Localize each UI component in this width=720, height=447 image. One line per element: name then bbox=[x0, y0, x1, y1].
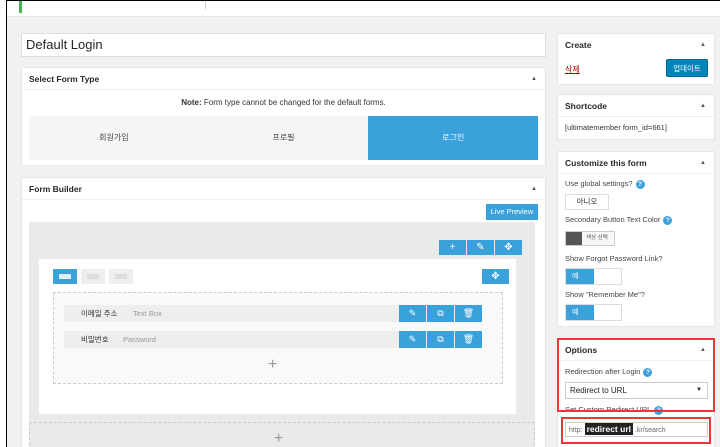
form-type-profile[interactable]: 프로필 bbox=[198, 116, 369, 160]
help-icon[interactable]: ? bbox=[663, 216, 673, 225]
options-box: Options ▲ Redirection after Login? Redir… bbox=[557, 338, 715, 447]
field-label: 비밀번호 bbox=[81, 335, 109, 344]
highlight-custom-url bbox=[561, 417, 711, 444]
secondary-button-color-text: Secondary Button Text Color bbox=[565, 215, 661, 224]
customize-heading: Customize this form bbox=[565, 158, 647, 168]
duplicate-icon[interactable]: ⧉ bbox=[427, 305, 454, 322]
help-icon[interactable]: ? bbox=[635, 180, 645, 189]
collapse-icon[interactable]: ▲ bbox=[700, 152, 706, 174]
remember-me-label: Show "Remember Me"? bbox=[565, 290, 645, 299]
shortcode-heading: Shortcode bbox=[565, 101, 608, 111]
form-builder-header[interactable]: Form Builder ▲ bbox=[22, 178, 545, 200]
color-picker-label: 색상 선택 bbox=[586, 235, 608, 241]
select-form-type-header[interactable]: Select Form Type ▲ bbox=[22, 68, 545, 90]
forgot-password-text: Show Forgot Password Link? bbox=[565, 254, 663, 263]
duplicate-icon[interactable]: ⧉ bbox=[427, 331, 454, 348]
select-form-type-box: Select Form Type ▲ Note: Form type canno… bbox=[21, 67, 546, 166]
form-title-input[interactable]: Default Login bbox=[21, 33, 546, 57]
field-type: Password bbox=[123, 335, 156, 344]
customize-box: Customize this form ▲ Use global setting… bbox=[557, 151, 715, 327]
field-email[interactable]: 이메일 주소 Text Box ✎ ⧉ 🗑 bbox=[64, 305, 482, 322]
form-type-register[interactable]: 회원가입 bbox=[29, 116, 199, 160]
live-preview-button[interactable]: Live Preview bbox=[486, 204, 538, 220]
field-toolbar: ✎ ⧉ 🗑 bbox=[399, 305, 482, 322]
collapse-icon[interactable]: ▲ bbox=[700, 95, 706, 117]
move-row-icon[interactable]: ✥ bbox=[495, 240, 522, 255]
shortcode-header[interactable]: Shortcode ▲ bbox=[558, 95, 714, 117]
use-global-settings-text: Use global settings? bbox=[565, 179, 633, 188]
delete-link[interactable]: 삭제 bbox=[565, 64, 580, 75]
note-label: Note: bbox=[181, 98, 202, 107]
wordpress-admin-frame: Default Login Select Form Type ▲ Note: F… bbox=[6, 0, 720, 447]
use-global-settings-select[interactable]: 아니오 bbox=[565, 194, 609, 210]
field-type: Text Box bbox=[133, 309, 162, 318]
edit-row-icon[interactable]: ✎ bbox=[467, 240, 494, 255]
edit-icon[interactable]: ✎ bbox=[399, 305, 426, 322]
highlight-redirection bbox=[557, 338, 715, 412]
note-text: Form type cannot be changed for the defa… bbox=[203, 98, 386, 107]
shortcode-box: Shortcode ▲ [ultimatemember form_id=661] bbox=[557, 94, 715, 140]
toggle-on-label: 예 bbox=[566, 305, 594, 320]
toggle-on-label: 예 bbox=[566, 269, 594, 284]
create-header[interactable]: Create ▲ bbox=[558, 34, 714, 56]
field-label: 이메일 주소 bbox=[81, 309, 118, 318]
add-row-icon[interactable]: + bbox=[274, 431, 283, 447]
form-builder-box: Form Builder ▲ Live Preview + ✎ ✥ ✥ 이메일 … bbox=[21, 177, 546, 447]
color-swatch bbox=[566, 232, 582, 245]
update-button[interactable]: 업데이트 bbox=[666, 59, 708, 77]
field-drop-area: 이메일 주소 Text Box ✎ ⧉ 🗑 비밀번호 Password ✎ ⧉ … bbox=[53, 292, 503, 384]
column-layout-3-icon[interactable] bbox=[109, 269, 133, 284]
form-builder-heading: Form Builder bbox=[29, 184, 82, 194]
builder-row: + ✎ ✥ ✥ 이메일 주소 Text Box ✎ ⧉ 🗑 비밀번호 Passw… bbox=[29, 222, 535, 442]
trash-icon[interactable]: 🗑 bbox=[455, 331, 482, 348]
use-global-settings-label: Use global settings?? bbox=[565, 179, 645, 189]
shortcode-text[interactable]: [ultimatemember form_id=661] bbox=[565, 123, 667, 132]
select-form-type-heading: Select Form Type bbox=[29, 74, 100, 84]
forgot-password-label: Show Forgot Password Link? bbox=[565, 254, 663, 263]
column-layout-2-icon[interactable] bbox=[81, 269, 105, 284]
column-layout-1-icon[interactable] bbox=[53, 269, 77, 284]
edit-icon[interactable]: ✎ bbox=[399, 331, 426, 348]
row-toolbar: + ✎ ✥ bbox=[439, 240, 522, 255]
trash-icon[interactable]: 🗑 bbox=[455, 305, 482, 322]
remember-me-text: Show "Remember Me"? bbox=[565, 290, 645, 299]
collapse-icon[interactable]: ▲ bbox=[700, 34, 706, 56]
add-row-area[interactable]: + bbox=[29, 422, 535, 447]
forgot-password-toggle[interactable]: 예 bbox=[565, 268, 622, 285]
move-subrow-icon[interactable]: ✥ bbox=[482, 269, 509, 284]
field-password[interactable]: 비밀번호 Password ✎ ⧉ 🗑 bbox=[64, 331, 482, 348]
add-column-icon[interactable]: + bbox=[439, 240, 466, 255]
color-picker-button[interactable]: 색상 선택 bbox=[565, 231, 615, 246]
create-heading: Create bbox=[565, 40, 592, 50]
form-type-options: 회원가입 프로필 로그인 bbox=[29, 116, 539, 160]
collapse-icon[interactable]: ▲ bbox=[531, 178, 537, 200]
form-type-note: Note: Form type cannot be changed for th… bbox=[22, 90, 545, 116]
secondary-button-color-label: Secondary Button Text Color? bbox=[565, 215, 673, 225]
status-marker bbox=[19, 1, 22, 13]
builder-subrow: ✥ 이메일 주소 Text Box ✎ ⧉ 🗑 비밀번호 Password ✎ … bbox=[39, 259, 516, 414]
customize-header[interactable]: Customize this form ▲ bbox=[558, 152, 714, 174]
create-box: Create ▲ 삭제 업데이트 bbox=[557, 33, 715, 85]
top-bar bbox=[7, 1, 720, 17]
add-field-icon[interactable]: + bbox=[268, 357, 277, 373]
divider bbox=[205, 1, 206, 9]
field-toolbar: ✎ ⧉ 🗑 bbox=[399, 331, 482, 348]
form-type-login[interactable]: 로그인 bbox=[368, 116, 539, 160]
remember-me-toggle[interactable]: 예 bbox=[565, 304, 622, 321]
collapse-icon[interactable]: ▲ bbox=[531, 68, 537, 90]
